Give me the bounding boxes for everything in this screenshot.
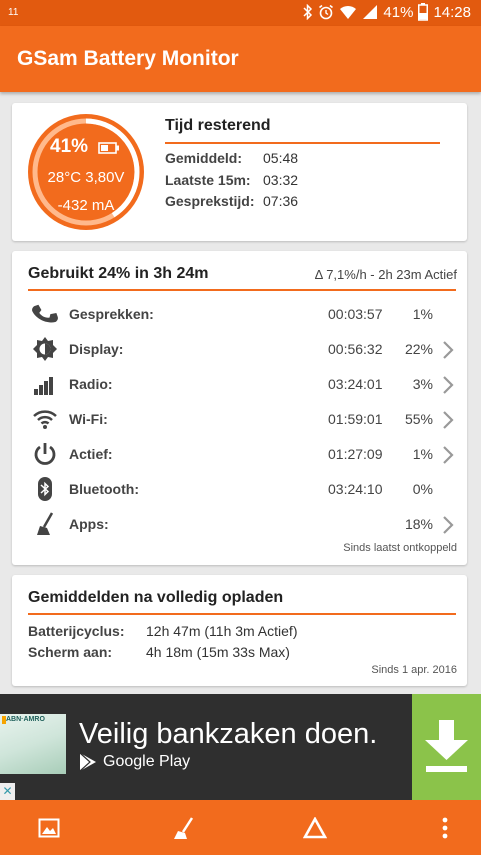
ad-headline: Veilig bankzaken doen. xyxy=(79,718,378,750)
signal-status-icon xyxy=(362,4,378,20)
bluetooth-status-icon xyxy=(303,4,313,20)
bottom-toolbar xyxy=(0,800,481,855)
usage-row-display[interactable]: Display: 00:56:32 22% xyxy=(12,334,467,364)
chevron-right-icon[interactable] xyxy=(441,445,455,470)
usage-row-bluetooth: Bluetooth: 03:24:10 0% xyxy=(12,474,467,504)
broom-icon[interactable] xyxy=(170,817,196,846)
gauge-temp-voltage: 28°C 3,80V xyxy=(47,169,125,186)
chevron-right-icon[interactable] xyxy=(441,515,455,540)
usage-row-active[interactable]: Actief: 01:27:09 1% xyxy=(12,439,467,469)
remaining-divider xyxy=(165,142,440,144)
chevron-right-icon[interactable] xyxy=(441,410,455,435)
usage-active-summary: Δ 7,1%/h - 2h 23m Actief xyxy=(314,267,457,282)
averages-row: Batterijcyclus: 12h 47m (11h 3m Actief) xyxy=(28,623,298,639)
alarm-icon xyxy=(318,4,334,20)
gauge-percent: 41% xyxy=(50,136,89,157)
google-play-icon xyxy=(79,752,96,772)
chevron-right-icon[interactable] xyxy=(441,375,455,400)
usage-divider xyxy=(28,289,456,291)
usage-row-calls: Gesprekken: 00:03:57 1% xyxy=(12,299,467,329)
image-icon[interactable] xyxy=(38,817,60,844)
notification-count: 11 xyxy=(8,7,19,18)
averages-card[interactable]: Gemiddelden na volledig opladen Batterij… xyxy=(12,575,467,686)
power-icon xyxy=(32,441,58,467)
bank-brand: ABN·AMRO xyxy=(6,716,45,723)
broom-icon xyxy=(32,511,58,537)
remaining-row: Laatste 15m: 03:32 xyxy=(165,172,299,188)
wifi-status-icon xyxy=(339,4,357,20)
app-title: GSam Battery Monitor xyxy=(17,47,239,70)
gauge-readout: 41% 28°C 3,80V -432 mA xyxy=(27,113,145,231)
overflow-menu-icon[interactable] xyxy=(441,817,449,844)
usage-card: Gebruikt 24% in 3h 24m Δ 7,1%/h - 2h 23m… xyxy=(12,251,467,565)
ad-download-button[interactable] xyxy=(412,694,481,800)
status-bar: 11 41% 14:28 xyxy=(0,0,481,26)
usage-row-radio[interactable]: Radio: 03:24:01 3% xyxy=(12,369,467,399)
usage-row-wifi[interactable]: Wi-Fi: 01:59:01 55% xyxy=(12,404,467,434)
app-bar: GSam Battery Monitor xyxy=(0,26,481,92)
delta-icon[interactable] xyxy=(302,816,328,844)
battery-icon xyxy=(98,141,120,159)
averages-divider xyxy=(28,613,456,615)
google-play-badge[interactable]: Google Play xyxy=(79,752,190,772)
gauge-current: -432 mA xyxy=(57,197,115,214)
battery-summary-card[interactable]: 41% 28°C 3,80V -432 mA Tijd resterend Ge… xyxy=(12,103,467,241)
usage-title: Gebruikt 24% in 3h 24m xyxy=(28,265,209,282)
averages-footer: Sinds 1 apr. 2016 xyxy=(371,664,457,676)
usage-row-apps[interactable]: Apps: 18% xyxy=(12,509,467,539)
bluetooth-icon xyxy=(32,476,58,502)
remaining-title: Tijd resterend xyxy=(165,117,271,134)
averages-title: Gemiddelden na volledig opladen xyxy=(28,589,284,606)
ad-banner[interactable]: ABN·AMRO Veilig bankzaken doen. Google P… xyxy=(0,694,481,800)
google-play-label: Google Play xyxy=(103,753,191,770)
remaining-row: Gemiddeld: 05:48 xyxy=(165,150,299,166)
phone-icon xyxy=(32,301,58,327)
bank-logo: ABN·AMRO xyxy=(0,714,66,774)
averages-row: Scherm aan: 4h 18m (15m 33s Max) xyxy=(28,644,290,660)
signal-bars-icon xyxy=(32,371,58,397)
wifi-icon xyxy=(32,406,58,432)
chevron-right-icon[interactable] xyxy=(441,340,455,365)
remaining-row: Gesprekstijd: 07:36 xyxy=(165,193,299,209)
clock: 14:28 xyxy=(433,3,471,21)
usage-footer: Sinds laatst ontkoppeld xyxy=(343,542,457,554)
ad-close-button[interactable]: ✕ xyxy=(0,783,15,800)
download-icon xyxy=(425,720,468,772)
brightness-icon xyxy=(32,336,58,362)
battery-status-icon xyxy=(418,3,429,21)
battery-percent: 41% xyxy=(383,3,414,21)
